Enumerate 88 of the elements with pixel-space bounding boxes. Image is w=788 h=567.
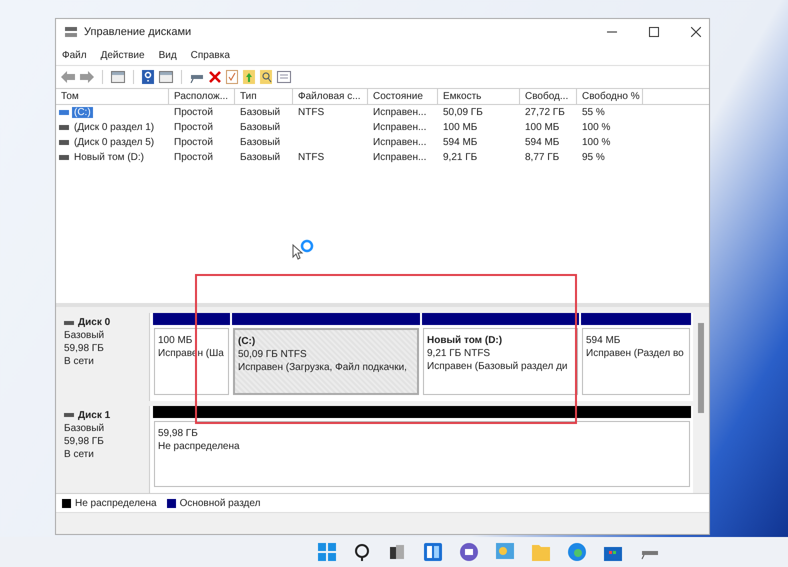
legend-label: Основной раздел: [180, 498, 260, 508]
windows-start-icon[interactable]: [318, 543, 336, 561]
table-cell: 95 %: [582, 152, 605, 163]
volume-name[interactable]: (Диск 0 раздел 1): [72, 122, 156, 133]
column-header[interactable]: Файловая с...: [293, 89, 368, 104]
table-cell: NTFS: [298, 152, 324, 163]
table-cell: 594 МБ: [443, 137, 478, 148]
partition-name: Новый том (D:): [427, 335, 504, 346]
table-cell: Простой: [174, 107, 213, 118]
table-cell: Исправен...: [373, 137, 426, 148]
table-cell: 27,72 ГБ: [525, 107, 565, 118]
help-icon[interactable]: [142, 70, 154, 84]
properties-icon[interactable]: [277, 71, 291, 83]
search-icon[interactable]: [354, 543, 370, 561]
disk-type: Базовый: [64, 330, 106, 341]
table-cell: 50,09 ГБ: [443, 107, 483, 118]
menu-item[interactable]: Действие: [100, 50, 145, 60]
table-cell: Исправен...: [373, 122, 426, 133]
disk-status: В сети: [64, 448, 95, 460]
window-title: Управление дисками: [84, 26, 192, 38]
folder-search-icon[interactable]: [260, 70, 272, 84]
window-pane-icon[interactable]: [111, 71, 125, 83]
partition-size: 50,09 ГБ NTFS: [238, 349, 308, 360]
partition-status: Не распределена: [158, 440, 241, 452]
column-header[interactable]: Состояние: [368, 89, 438, 104]
disk-size: 59,98 ГБ: [64, 436, 105, 446]
control-panel-icon[interactable]: [496, 543, 514, 561]
widgets-icon[interactable]: [424, 543, 442, 561]
table-cell: Базовый: [240, 152, 280, 163]
table-cell: Базовый: [240, 122, 280, 133]
column-header[interactable]: Том: [56, 89, 169, 104]
partition-status: Исправен (Базовый раздел ди: [427, 361, 569, 372]
disk-management-icon: [64, 26, 78, 38]
disk-size: 59,98 ГБ: [64, 343, 105, 354]
partition-size: 594 МБ: [586, 335, 622, 346]
table-cell: NTFS: [298, 107, 324, 118]
disk-type: Базовый: [64, 422, 106, 434]
partition-size: 9,21 ГБ NTFS: [427, 348, 492, 359]
checklist-icon[interactable]: [226, 70, 238, 84]
volume-name[interactable]: (C:): [72, 107, 93, 118]
table-cell: Исправен...: [373, 107, 426, 118]
partition-status: Исправен (Раздел во: [586, 348, 685, 359]
browser-icon[interactable]: [568, 543, 586, 561]
table-cell: Базовый: [240, 137, 280, 148]
table-cell: 55 %: [582, 107, 605, 118]
table-cell: 594 МБ: [525, 137, 560, 148]
volume-name[interactable]: (Диск 0 раздел 5): [72, 137, 156, 148]
disk-status: В сети: [64, 356, 95, 367]
table-cell: 8,77 ГБ: [525, 152, 560, 163]
menu-item[interactable]: Справка: [190, 50, 230, 60]
chat-icon[interactable]: [460, 543, 478, 561]
partition-block[interactable]: Новый том (D:) 9,21 ГБ NTFS Исправен (Базовый раздел ди: [423, 328, 578, 394]
table-cell: Базовый: [240, 107, 280, 118]
partition-block[interactable]: 59,98 ГБ Не распределена: [154, 420, 690, 487]
legend-label: Не распределена: [75, 498, 157, 508]
table-cell: 100 %: [582, 137, 610, 148]
table-cell: Простой: [174, 152, 213, 163]
back-arrow-icon[interactable]: [61, 71, 75, 83]
partition-size: 59,98 ГБ: [158, 428, 199, 438]
partition-block[interactable]: (C:) 50,09 ГБ NTFS Исправен (Загрузка, Файл подкачки,: [233, 328, 419, 394]
delete-icon[interactable]: [209, 71, 221, 83]
forward-arrow-icon[interactable]: [80, 71, 94, 83]
column-header[interactable]: Свободно %: [577, 89, 643, 104]
table-cell: 100 %: [582, 122, 610, 133]
close-icon[interactable]: [691, 27, 701, 37]
partition-status: Исправен (Загрузка, Файл подкачки,: [238, 362, 408, 373]
disk-name: Диск 0: [78, 317, 110, 328]
window-pane-icon[interactable]: [159, 71, 173, 83]
volume-name[interactable]: Новый том (D:): [72, 152, 146, 163]
partition-block[interactable]: 594 МБ Исправен (Раздел во: [582, 328, 690, 394]
maximize-icon[interactable]: [649, 27, 659, 37]
busy-cursor-icon: [292, 239, 314, 261]
table-cell: 100 МБ: [525, 122, 560, 133]
partition-name: (C:): [238, 336, 256, 347]
table-cell: 9,21 ГБ: [443, 152, 478, 163]
menu-item[interactable]: Вид: [158, 50, 177, 60]
table-cell: 100 МБ: [443, 122, 478, 133]
disk-name: Диск 1: [78, 410, 110, 420]
table-cell: Исправен...: [373, 152, 426, 163]
column-header[interactable]: Емкость: [438, 89, 520, 104]
partition-size: 100 МБ: [158, 335, 194, 346]
table-cell: Простой: [174, 122, 213, 133]
menu-item[interactable]: Файл: [62, 50, 87, 60]
column-header[interactable]: Располож...: [169, 89, 235, 104]
table-cell: Простой: [174, 137, 213, 148]
column-header[interactable]: Тип: [235, 89, 293, 104]
column-header[interactable]: Свобод...: [520, 89, 577, 104]
task-view-icon[interactable]: [388, 543, 406, 561]
